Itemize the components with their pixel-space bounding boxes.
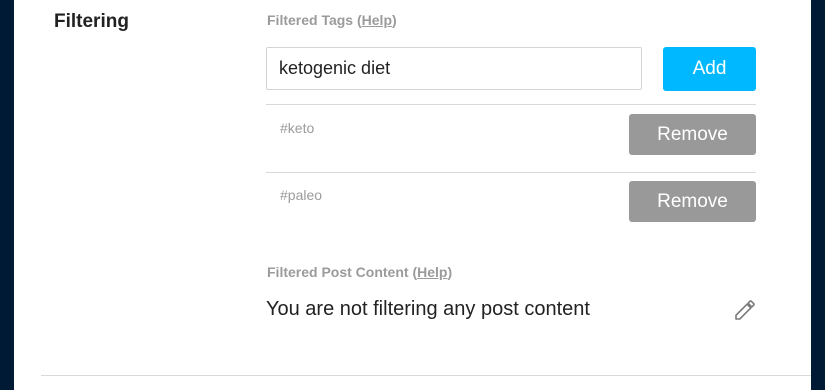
filtered-tag-paleo: #paleo	[280, 187, 323, 203]
filtered-tags-input[interactable]	[266, 47, 642, 90]
remove-tag-paleo-button[interactable]: Remove	[629, 181, 756, 222]
pencil-icon[interactable]	[733, 298, 757, 322]
section-title: Filtering	[54, 11, 129, 32]
filtered-content-status: You are not filtering any post content	[266, 298, 590, 320]
filtered-tag-keto: #keto	[280, 120, 315, 136]
section-divider	[41, 375, 811, 376]
filtered-content-help-link[interactable]: Help	[417, 264, 447, 280]
filtered-content-label: Filtered Post Content (Help)	[267, 264, 453, 280]
divider	[266, 172, 756, 173]
divider	[266, 104, 756, 105]
settings-panel: Filtering Filtered Tags (Help) Add #keto…	[14, 0, 811, 390]
remove-tag-keto-button[interactable]: Remove	[629, 114, 756, 155]
add-tag-button[interactable]: Add	[663, 47, 756, 91]
filtered-tags-help-link[interactable]: Help	[362, 12, 392, 28]
filtered-tags-label: Filtered Tags (Help)	[267, 12, 397, 28]
